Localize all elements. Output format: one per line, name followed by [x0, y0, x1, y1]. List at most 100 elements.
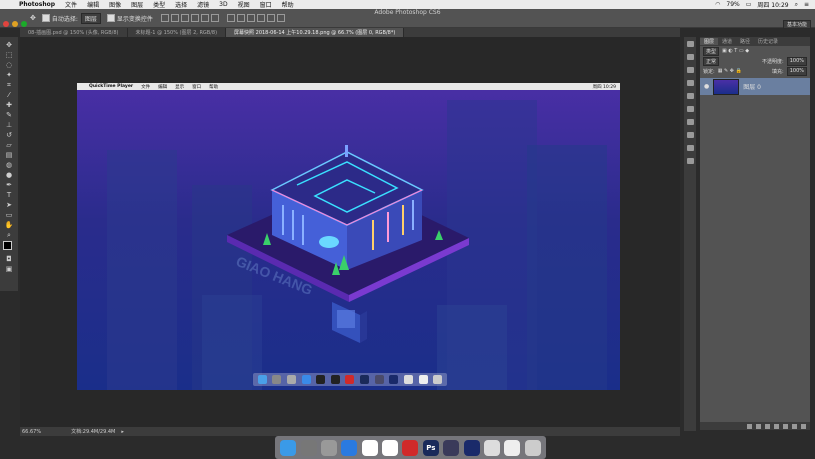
- show-transform-checkbox[interactable]: [106, 14, 115, 22]
- status-arrow-icon[interactable]: ▸: [121, 429, 124, 435]
- link-layers-icon[interactable]: [747, 423, 752, 429]
- search-icon[interactable]: ⌕: [795, 1, 798, 9]
- tab-history[interactable]: 历史记录: [754, 38, 782, 45]
- screen-icon[interactable]: [463, 439, 480, 456]
- move-tool-icon[interactable]: ✥: [30, 14, 36, 22]
- adjustment-layer-icon[interactable]: [774, 423, 779, 429]
- qq-icon-2[interactable]: [382, 439, 399, 456]
- new-layer-icon[interactable]: [792, 423, 797, 429]
- history-panel-icon[interactable]: [686, 41, 694, 47]
- eye-icon[interactable]: ●: [704, 83, 709, 90]
- zoom-window-icon[interactable]: [21, 21, 27, 27]
- layer-row[interactable]: ● 图层 0: [700, 78, 810, 95]
- netease-music-icon[interactable]: [402, 439, 419, 456]
- menu-window[interactable]: 窗口: [255, 0, 277, 9]
- align-hcenter-icon[interactable]: [200, 14, 209, 22]
- rocket-icon[interactable]: [320, 439, 337, 456]
- canvas-area[interactable]: QuickTime Player 文件 编辑 显示 窗口 帮助 周四 10:29: [20, 37, 680, 427]
- blend-mode-dropdown[interactable]: 正常: [703, 56, 720, 66]
- screen-mode-icon[interactable]: ▣: [4, 265, 14, 273]
- menu-3d[interactable]: 3D: [214, 1, 232, 8]
- magic-wand-tool-icon[interactable]: ✦: [4, 71, 14, 79]
- shape-tool-icon[interactable]: ▭: [4, 211, 14, 219]
- styles-panel-icon[interactable]: [686, 106, 694, 112]
- zoom-level[interactable]: 66.67%: [22, 429, 41, 435]
- paragraph-panel-icon[interactable]: [686, 158, 694, 164]
- align-right-icon[interactable]: [210, 14, 219, 22]
- notification-icon[interactable]: ≡: [804, 1, 809, 8]
- layer-name[interactable]: 图层 0: [743, 82, 761, 91]
- opacity-input[interactable]: 100%: [786, 56, 807, 66]
- tab-document-2[interactable]: 未标题-1 @ 150% (图层 2, RGB/8): [128, 28, 227, 37]
- hand-tool-icon[interactable]: ✋: [4, 221, 14, 229]
- foreground-color-swatch[interactable]: [3, 241, 12, 250]
- photoshop-icon[interactable]: Ps: [422, 439, 439, 456]
- group-icon[interactable]: [783, 423, 788, 429]
- distribute-1-icon[interactable]: [226, 14, 235, 22]
- type-tool-icon[interactable]: T: [4, 191, 14, 199]
- character-panel-icon[interactable]: [686, 145, 694, 151]
- finder-icon[interactable]: [280, 439, 297, 456]
- minimize-window-icon[interactable]: [12, 21, 18, 27]
- distribute-3-icon[interactable]: [246, 14, 255, 22]
- menu-view[interactable]: 视图: [233, 0, 255, 9]
- path-select-tool-icon[interactable]: ➤: [4, 201, 14, 209]
- stamp-tool-icon[interactable]: ⊥: [4, 121, 14, 129]
- tab-layers[interactable]: 图层: [700, 38, 719, 45]
- align-bottom-icon[interactable]: [180, 14, 189, 22]
- clock[interactable]: 周四 10:29: [757, 0, 788, 9]
- file-icon[interactable]: [504, 439, 521, 456]
- align-top-icon[interactable]: [160, 14, 169, 22]
- brush-tool-icon[interactable]: ✎: [4, 111, 14, 119]
- document-image[interactable]: QuickTime Player 文件 编辑 显示 窗口 帮助 周四 10:29: [77, 83, 620, 390]
- quick-mask-icon[interactable]: ◘: [4, 255, 14, 263]
- trash-icon[interactable]: [524, 439, 541, 456]
- delete-layer-icon[interactable]: [801, 423, 806, 429]
- eraser-tool-icon[interactable]: ▱: [4, 141, 14, 149]
- preview-icon[interactable]: [483, 439, 500, 456]
- zoom-tool-icon[interactable]: ⌕: [4, 231, 14, 239]
- menu-help[interactable]: 帮助: [277, 0, 299, 9]
- distribute-2-icon[interactable]: [236, 14, 245, 22]
- blur-tool-icon[interactable]: ◍: [4, 161, 14, 169]
- menu-image[interactable]: 图像: [104, 0, 126, 9]
- battery-icon[interactable]: ▭: [746, 1, 752, 8]
- menu-type[interactable]: 类型: [148, 0, 170, 9]
- menu-select[interactable]: 选择: [170, 0, 192, 9]
- lasso-tool-icon[interactable]: ◌: [4, 61, 14, 69]
- color-panel-icon[interactable]: [686, 67, 694, 73]
- move-tool-icon[interactable]: ✥: [4, 41, 14, 49]
- menu-edit[interactable]: 编辑: [82, 0, 104, 9]
- menu-layer[interactable]: 图层: [126, 0, 148, 9]
- layer-kind-dropdown[interactable]: 类型: [703, 46, 720, 56]
- align-left-icon[interactable]: [190, 14, 199, 22]
- history-brush-tool-icon[interactable]: ↺: [4, 131, 14, 139]
- mask-icon[interactable]: [765, 423, 770, 429]
- lock-icons[interactable]: ▦ ✎ ✥ 🔒: [718, 68, 742, 74]
- quicktime-icon[interactable]: [443, 439, 460, 456]
- close-window-icon[interactable]: [3, 21, 9, 27]
- auto-select-checkbox[interactable]: [41, 14, 50, 22]
- menu-filter[interactable]: 滤镜: [192, 0, 214, 9]
- tab-document-1[interactable]: 08-插画图.psd @ 150% (头像, RGB/8): [20, 28, 128, 37]
- swatches-panel-icon[interactable]: [686, 80, 694, 86]
- marquee-tool-icon[interactable]: ⬚: [4, 51, 14, 59]
- safari-icon[interactable]: [341, 439, 358, 456]
- dodge-tool-icon[interactable]: ●: [4, 171, 14, 179]
- battery-percent[interactable]: 79%: [726, 1, 739, 8]
- fx-icon[interactable]: [756, 423, 761, 429]
- crop-tool-icon[interactable]: ⌗: [4, 81, 14, 89]
- tab-paths[interactable]: 路径: [736, 38, 754, 45]
- distribute-4-icon[interactable]: [256, 14, 265, 22]
- qq-icon[interactable]: [361, 439, 378, 456]
- wifi-icon[interactable]: ◠: [715, 1, 720, 8]
- brush-panel-icon[interactable]: [686, 119, 694, 125]
- align-vcenter-icon[interactable]: [170, 14, 179, 22]
- auto-select-dropdown[interactable]: 图层: [80, 12, 101, 24]
- color-swatches[interactable]: [3, 241, 16, 254]
- workspace-selector[interactable]: 基本功能: [782, 20, 811, 29]
- properties-panel-icon[interactable]: [686, 54, 694, 60]
- healing-tool-icon[interactable]: ✚: [4, 101, 14, 109]
- filter-icons[interactable]: ▣ ◐ T ▭ ◆: [722, 48, 749, 54]
- gradient-tool-icon[interactable]: ▤: [4, 151, 14, 159]
